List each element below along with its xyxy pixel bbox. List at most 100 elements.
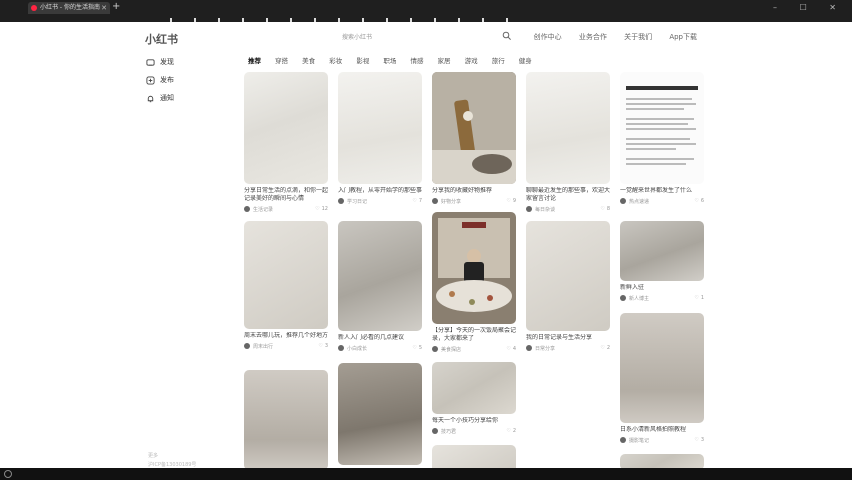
note-card[interactable]	[338, 363, 422, 465]
note-title[interactable]: 新人入门必看的几点建议	[338, 334, 422, 342]
like-button[interactable]: ♡ 1	[694, 295, 704, 301]
note-card[interactable]	[620, 454, 704, 468]
search-input[interactable]: 搜索小红书	[342, 32, 372, 41]
note-cover[interactable]	[338, 363, 422, 465]
tab-channel[interactable]: 情感	[410, 57, 423, 65]
note-author[interactable]: 生活记录	[253, 206, 273, 213]
note-cover[interactable]	[244, 370, 328, 468]
avatar[interactable]	[526, 206, 532, 212]
link-app-download[interactable]: App下载	[669, 33, 697, 41]
search-icon[interactable]	[502, 31, 512, 41]
note-card[interactable]	[244, 370, 328, 468]
note-cover[interactable]	[620, 72, 704, 184]
note-author[interactable]: 每日杂谈	[535, 206, 555, 213]
note-cover[interactable]	[432, 362, 516, 414]
note-cover[interactable]	[338, 221, 422, 331]
note-card[interactable]: 日系小清新风格拍照教程 摄影笔记 ♡ 3	[620, 313, 704, 446]
avatar[interactable]	[432, 346, 438, 352]
note-cover[interactable]	[620, 313, 704, 423]
avatar[interactable]	[244, 343, 250, 349]
note-cover[interactable]	[244, 221, 328, 329]
avatar[interactable]	[620, 437, 626, 443]
note-author[interactable]: 小白成长	[347, 345, 367, 352]
note-title[interactable]: 分享我的收藏好物推荐	[432, 187, 516, 195]
note-author[interactable]: 好物分享	[441, 198, 461, 205]
tab-channel[interactable]: 旅行	[492, 57, 505, 65]
site-logo[interactable]: 小红书	[145, 31, 178, 47]
like-button[interactable]: ♡ 9	[506, 198, 516, 204]
note-cover[interactable]	[620, 454, 704, 468]
like-button[interactable]: ♡ 7	[412, 198, 422, 204]
search-bar[interactable]: 搜索小红书	[336, 30, 516, 44]
note-author[interactable]: 摄影笔记	[629, 437, 649, 444]
note-card[interactable]: 分享日常生活的点滴，和你一起记录美好的瞬间与心情 生活记录 ♡ 12	[244, 72, 328, 215]
avatar[interactable]	[620, 295, 626, 301]
note-card[interactable]: 聊聊最近发生的那些事，欢迎大家留言讨论 每日杂谈 ♡ 8	[526, 72, 610, 215]
avatar[interactable]	[338, 345, 344, 351]
note-card[interactable]: 我的日常记录与生活分享 日常分享 ♡ 2	[526, 221, 610, 354]
tab-channel[interactable]: 游戏	[465, 57, 478, 65]
note-card[interactable]: 分享我的收藏好物推荐 好物分享 ♡ 9	[432, 72, 516, 207]
like-button[interactable]: ♡ 3	[318, 343, 328, 349]
note-card[interactable]: 一觉醒来世界都发生了什么 热点速递 ♡ 6	[620, 72, 704, 207]
tab-channel[interactable]: 健身	[519, 57, 532, 65]
tab-channel[interactable]: 职场	[383, 57, 396, 65]
avatar[interactable]	[244, 206, 250, 212]
note-title[interactable]: 新鲜入驻	[620, 284, 704, 292]
like-button[interactable]: ♡ 4	[506, 346, 516, 352]
note-title[interactable]: 聊聊最近发生的那些事，欢迎大家留言讨论	[526, 187, 610, 203]
note-cover[interactable]	[432, 445, 516, 468]
tab-channel[interactable]: 穿搭	[275, 57, 288, 65]
note-card[interactable]: 新人入门必看的几点建议 小白成长 ♡ 5	[338, 221, 422, 354]
note-card[interactable]: 周末去哪儿玩，推荐几个好地方 周末出行 ♡ 3	[244, 221, 328, 352]
note-cover[interactable]	[526, 221, 610, 331]
tab-channel[interactable]: 家居	[438, 57, 451, 65]
note-author[interactable]: 日常分享	[535, 345, 555, 352]
note-title[interactable]: 分享日常生活的点滴，和你一起记录美好的瞬间与心情	[244, 187, 328, 203]
note-title[interactable]: 【分享】今天的一次饭局聚会记录，大家都来了	[432, 327, 516, 343]
avatar[interactable]	[526, 345, 532, 351]
note-author[interactable]: 美食探店	[441, 346, 461, 353]
note-author[interactable]: 热点速递	[629, 198, 649, 205]
note-author[interactable]: 技巧君	[441, 428, 456, 435]
like-button[interactable]: ♡ 12	[315, 206, 328, 212]
link-creator-center[interactable]: 创作中心	[534, 33, 562, 41]
sidebar-more[interactable]: 更多	[148, 452, 158, 459]
browser-tab[interactable]: 小红书 - 你的生活指南 ✕	[28, 2, 110, 14]
tab-channel[interactable]: 美食	[302, 57, 315, 65]
note-title[interactable]: 日系小清新风格拍照教程	[620, 426, 704, 434]
note-card[interactable]: 每天一个小技巧分享给你 技巧君 ♡ 2	[432, 362, 516, 437]
new-tab-button[interactable]: +	[112, 1, 120, 12]
note-card[interactable]	[432, 445, 516, 468]
note-cover[interactable]	[244, 72, 328, 184]
avatar[interactable]	[620, 198, 626, 204]
note-author[interactable]: 周末出行	[253, 343, 273, 350]
like-button[interactable]: ♡ 5	[412, 345, 422, 351]
note-card[interactable]: 入门教程，从零开始学的那些事 学习日记 ♡ 7	[338, 72, 422, 207]
like-button[interactable]: ♡ 3	[694, 437, 704, 443]
note-card[interactable]: 【分享】今天的一次饭局聚会记录，大家都来了 美食探店 ♡ 4	[432, 212, 516, 355]
note-title[interactable]: 每天一个小技巧分享给你	[432, 417, 516, 425]
note-cover[interactable]	[338, 72, 422, 184]
tab-channel[interactable]: 彩妆	[329, 57, 342, 65]
note-cover[interactable]	[526, 72, 610, 184]
note-author[interactable]: 新人博主	[629, 295, 649, 302]
note-title[interactable]: 我的日常记录与生活分享	[526, 334, 610, 342]
tab-channel[interactable]: 影视	[356, 57, 369, 65]
note-title[interactable]: 入门教程，从零开始学的那些事	[338, 187, 422, 195]
window-controls[interactable]: – ☐ ✕	[773, 3, 846, 12]
like-button[interactable]: ♡ 2	[506, 428, 516, 434]
sidebar-item-discover[interactable]: 发现	[146, 56, 174, 68]
link-about[interactable]: 关于我们	[624, 33, 652, 41]
like-button[interactable]: ♡ 2	[600, 345, 610, 351]
tab-close-icon[interactable]: ✕	[101, 2, 107, 14]
sidebar-item-publish[interactable]: 发布	[146, 74, 174, 86]
note-cover[interactable]	[432, 212, 516, 324]
like-button[interactable]: ♡ 8	[600, 206, 610, 212]
tab-recommend[interactable]: 推荐	[248, 57, 261, 65]
sidebar-item-notifications[interactable]: 通知	[146, 92, 174, 104]
like-button[interactable]: ♡ 6	[694, 198, 704, 204]
avatar[interactable]	[432, 198, 438, 204]
note-title[interactable]: 周末去哪儿玩，推荐几个好地方	[244, 332, 328, 340]
note-title[interactable]: 一觉醒来世界都发生了什么	[620, 187, 704, 195]
